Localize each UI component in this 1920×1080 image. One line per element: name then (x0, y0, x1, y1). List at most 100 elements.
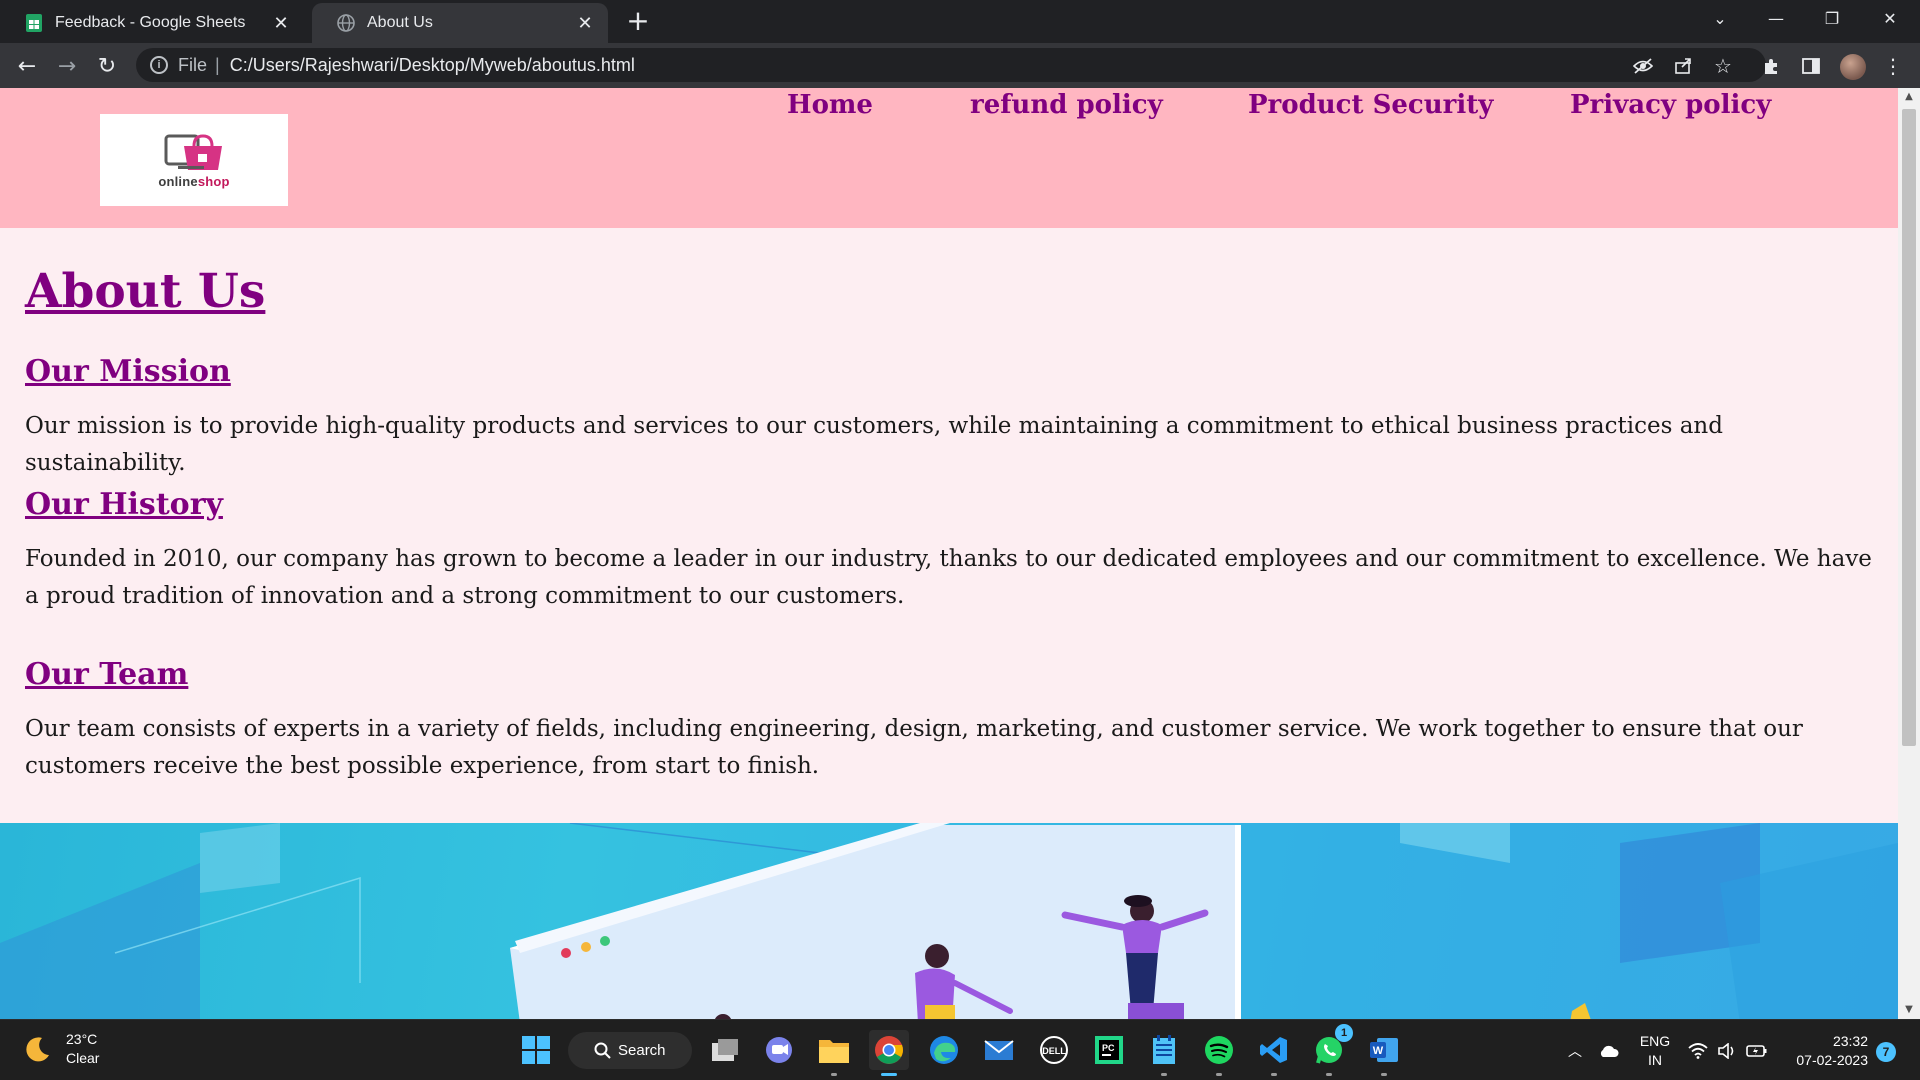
nav-refund-policy[interactable]: refund policy (970, 90, 1163, 120)
notification-count-badge[interactable]: 7 (1876, 1042, 1896, 1062)
address-separator: | (215, 54, 220, 75)
windows-logo-icon (522, 1036, 550, 1064)
chat-icon (766, 1037, 792, 1063)
section-text-history: Founded in 2010, our company has grown t… (25, 546, 1872, 609)
task-view-button[interactable] (705, 1030, 745, 1070)
hero-illustration (0, 823, 1898, 1019)
clock-time: 23:32 (1832, 1033, 1868, 1049)
minimize-button[interactable]: — (1752, 0, 1800, 36)
restore-button[interactable]: ❐ (1808, 0, 1856, 36)
running-indicator (1326, 1073, 1332, 1076)
word-taskbar-button[interactable]: W (1364, 1030, 1404, 1076)
search-icon (594, 1042, 611, 1059)
pycharm-icon: PC (1095, 1036, 1123, 1064)
section-heading-team: Our Team (25, 657, 189, 692)
address-bar[interactable]: i File | C:/Users/Rajeshwari/Desktop/Myw… (136, 48, 1766, 82)
tab-about-us[interactable]: About Us ✕ (312, 3, 608, 43)
nav-privacy-policy[interactable]: Privacy policy (1570, 90, 1771, 120)
nav-home[interactable]: Home (787, 90, 873, 120)
site-logo[interactable]: onlineshop (100, 114, 288, 206)
spotify-icon (1205, 1036, 1233, 1064)
notepad-taskbar-button[interactable] (1144, 1030, 1184, 1076)
wifi-icon[interactable] (1688, 1020, 1708, 1080)
running-indicator (1161, 1073, 1167, 1076)
site-header: onlineshop Home refund policy Product Se… (0, 88, 1898, 228)
whatsapp-badge: 1 (1335, 1024, 1353, 1042)
vscode-taskbar-button[interactable] (1254, 1030, 1294, 1076)
tab-title: About Us (367, 14, 433, 31)
svg-text:W: W (1373, 1045, 1384, 1057)
page-viewport: onlineshop Home refund policy Product Se… (0, 88, 1898, 1019)
dell-taskbar-button[interactable]: DELL (1034, 1030, 1074, 1070)
forward-button[interactable]: → (52, 51, 82, 81)
reload-button[interactable]: ↻ (92, 51, 122, 81)
dell-icon: DELL (1040, 1036, 1068, 1064)
extensions-icon[interactable] (1758, 53, 1784, 79)
edge-icon (930, 1036, 958, 1064)
section-heading-history: Our History (25, 487, 223, 522)
svg-text:PC: PC (1102, 1043, 1115, 1053)
spotify-taskbar-button[interactable] (1199, 1030, 1239, 1076)
logo-word-online: online (158, 174, 198, 189)
windows-taskbar: 23°C Clear Search DELL PC 1 W ︿ ENG IN 2… (0, 1019, 1920, 1080)
address-url: C:/Users/Rajeshwari/Desktop/Myweb/aboutu… (229, 54, 635, 75)
pycharm-taskbar-button[interactable]: PC (1089, 1030, 1129, 1070)
section-text-mission: Our mission is to provide high-quality p… (25, 413, 1723, 476)
new-tab-button[interactable]: + (624, 7, 652, 36)
section-heading-mission: Our Mission (25, 354, 231, 389)
battery-charging-icon[interactable] (1746, 1020, 1768, 1080)
running-indicator (1381, 1073, 1387, 1076)
google-sheets-icon (24, 13, 44, 33)
weather-widget[interactable]: 23°C Clear (22, 1030, 99, 1068)
onedrive-cloud-icon[interactable] (1598, 1020, 1620, 1080)
input-language-indicator[interactable]: ENG IN (1636, 1020, 1674, 1080)
globe-icon (336, 13, 356, 33)
language-code: ENG (1639, 1032, 1671, 1049)
side-panel-icon[interactable] (1798, 53, 1824, 79)
bookmark-star-icon[interactable]: ☆ (1710, 53, 1736, 79)
close-tab-icon[interactable]: ✕ (574, 12, 596, 34)
profile-avatar[interactable] (1840, 54, 1866, 80)
file-explorer-button[interactable] (814, 1030, 854, 1076)
eye-off-icon[interactable] (1630, 53, 1656, 79)
page-title: About Us (25, 264, 266, 319)
tab-title: Feedback - Google Sheets (55, 14, 246, 31)
share-icon[interactable] (1670, 53, 1696, 79)
mail-taskbar-button[interactable] (979, 1030, 1019, 1070)
teams-chat-button[interactable] (759, 1030, 799, 1070)
moon-icon (26, 1037, 49, 1062)
shopping-bag-logo-icon (164, 134, 222, 170)
scrollbar-thumb[interactable] (1902, 109, 1916, 746)
start-button[interactable] (516, 1030, 556, 1070)
tab-search-chevron-icon[interactable]: ⌄ (1696, 0, 1744, 36)
team-illustration-image (0, 823, 1898, 1019)
close-window-button[interactable]: ✕ (1866, 0, 1914, 36)
scroll-up-arrow-icon[interactable]: ▲ (1904, 92, 1914, 102)
svg-text:DELL: DELL (1042, 1046, 1066, 1056)
language-region: IN (1648, 1051, 1662, 1068)
nav-product-security[interactable]: Product Security (1248, 90, 1493, 120)
taskbar-search-button[interactable]: Search (568, 1032, 692, 1069)
scroll-down-arrow-icon[interactable]: ▼ (1904, 1005, 1914, 1015)
show-hidden-icons-chevron-icon[interactable]: ︿ (1568, 1020, 1590, 1080)
edge-taskbar-button[interactable] (924, 1030, 964, 1070)
system-clock[interactable]: 23:32 07-02-2023 (1780, 1032, 1868, 1070)
logo-wordmark: onlineshop (100, 174, 288, 189)
back-button[interactable]: ← (12, 51, 42, 81)
tab-strip: Feedback - Google Sheets ✕ About Us ✕ + … (0, 0, 1920, 43)
mail-icon (984, 1040, 1014, 1060)
close-tab-icon[interactable]: ✕ (270, 12, 292, 34)
whatsapp-taskbar-button[interactable]: 1 (1309, 1024, 1353, 1076)
more-menu-icon[interactable]: ⋮ (1880, 53, 1906, 79)
chrome-taskbar-button[interactable] (869, 1030, 909, 1076)
weather-condition: Clear (66, 1050, 100, 1066)
site-info-icon[interactable]: i (150, 56, 168, 74)
volume-icon[interactable] (1718, 1020, 1738, 1080)
address-scheme: File (178, 54, 208, 75)
notepad-icon (1153, 1035, 1175, 1064)
taskbar-search-label: Search (618, 1042, 666, 1059)
page-scrollbar[interactable]: ▲ ▼ (1898, 88, 1920, 1019)
word-icon: W (1370, 1038, 1398, 1062)
browser-toolbar: ← → ↻ i File | C:/Users/Rajeshwari/Deskt… (0, 43, 1920, 88)
tab-google-sheets[interactable]: Feedback - Google Sheets ✕ (0, 3, 304, 43)
